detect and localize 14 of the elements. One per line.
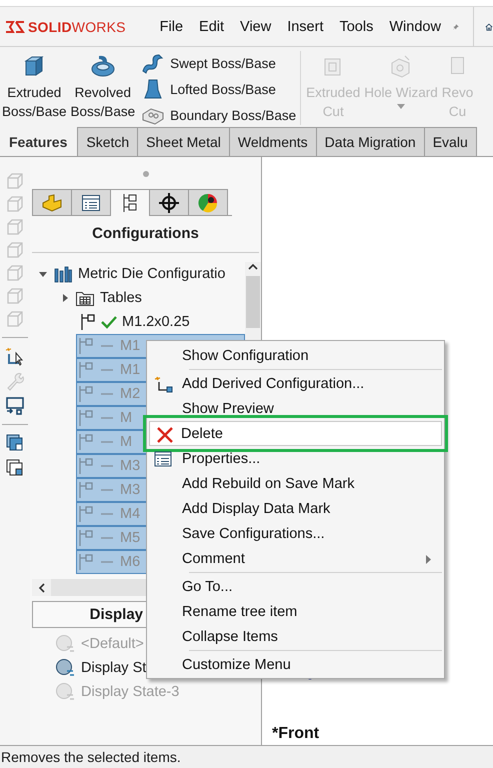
status-text: Removes the selected items. [0,745,493,768]
tree-item-label: M3 [120,458,140,474]
tree-item-label: M4 [120,506,140,522]
tree-item-label: M5 [120,530,140,546]
tree-item-label: M3 [120,482,140,498]
panel-title: Configurations [32,216,259,253]
app-logo: SOLIDWORKS [28,18,126,34]
tree-item-label: M [120,434,132,450]
tree-item-label: M [120,410,132,426]
tree-item-label: M1 [120,362,140,378]
view-label: *Front [272,725,320,743]
tree-item-label: M6 [120,554,140,570]
tree-item-label: M2 [120,386,140,402]
tree-item-label: M1 [120,338,140,354]
